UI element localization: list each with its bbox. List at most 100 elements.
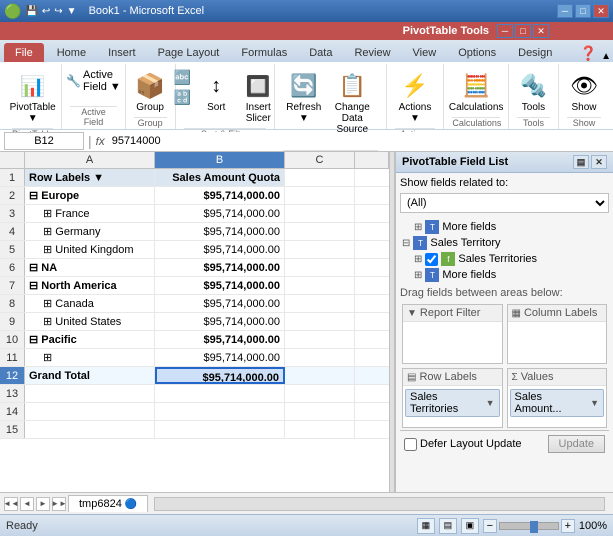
cell-b5[interactable]: $95,714,000.00 bbox=[155, 241, 285, 258]
cell-b3[interactable]: $95,714,000.00 bbox=[155, 205, 285, 222]
pt-minimize[interactable]: ─ bbox=[497, 24, 513, 38]
cell-b7[interactable]: $95,714,000.00 bbox=[155, 277, 285, 294]
page-break-view-btn[interactable]: ▣ bbox=[461, 518, 479, 534]
pt-close[interactable]: ✕ bbox=[533, 24, 549, 38]
cell-b11[interactable]: $95,714,000.00 bbox=[155, 349, 285, 366]
tab-pagelayout[interactable]: Page Layout bbox=[147, 43, 231, 62]
pt-restore[interactable]: □ bbox=[515, 24, 531, 38]
value-field-dropdown[interactable]: ▼ bbox=[590, 398, 599, 408]
quick-undo[interactable]: ↩ bbox=[42, 6, 50, 17]
cell-a3[interactable]: ⊞ France bbox=[25, 205, 155, 222]
quick-save[interactable]: 💾 bbox=[25, 6, 37, 17]
zoom-thumb[interactable] bbox=[530, 521, 538, 533]
tree-item-more1[interactable]: ⊞ T More fields bbox=[400, 219, 609, 235]
show-fields-dropdown[interactable]: (All) bbox=[400, 193, 609, 213]
pivot-area-rows[interactable]: ▤ Row Labels Sales Territories ▼ bbox=[402, 368, 503, 428]
pivot-area-columns-header: ▦ Column Labels bbox=[508, 305, 607, 322]
row-field-chip[interactable]: Sales Territories ▼ bbox=[405, 389, 500, 417]
page-layout-view-btn[interactable]: ▤ bbox=[439, 518, 457, 534]
table-row: 3 ⊞ France $95,714,000.00 bbox=[0, 205, 389, 223]
normal-view-btn[interactable]: ▦ bbox=[417, 518, 435, 534]
cell-a1[interactable]: Row Labels ▼ bbox=[25, 169, 155, 186]
tab-data[interactable]: Data bbox=[298, 43, 343, 62]
tree-item-label-st: Sales Territory bbox=[430, 237, 500, 249]
cell-a2[interactable]: ⊟ Europe bbox=[25, 187, 155, 204]
cell-a6[interactable]: ⊟ NA bbox=[25, 259, 155, 276]
col-header-a[interactable]: A bbox=[25, 152, 155, 168]
cell-b6[interactable]: $95,714,000.00 bbox=[155, 259, 285, 276]
cell-b8[interactable]: $95,714,000.00 bbox=[155, 295, 285, 312]
horizontal-scrollbar[interactable] bbox=[154, 497, 605, 511]
sort-za-btn[interactable]: 🔡 bbox=[171, 88, 194, 107]
value-field-chip[interactable]: Sales Amount... ▼ bbox=[510, 389, 605, 417]
col-header-b[interactable]: B bbox=[155, 152, 285, 168]
tree-item-sales-territory[interactable]: ⊟ T Sales Territory bbox=[400, 235, 609, 251]
pivot-area-values[interactable]: Σ Values Sales Amount... ▼ bbox=[507, 368, 608, 428]
name-box[interactable] bbox=[4, 132, 84, 150]
cell-b12[interactable]: $95,714,000.00 bbox=[155, 367, 285, 384]
tab-view[interactable]: View bbox=[402, 43, 448, 62]
cell-a4[interactable]: ⊞ Germany bbox=[25, 223, 155, 240]
tree-item-more2[interactable]: ⊞ T More fields bbox=[400, 267, 609, 283]
cell-b2[interactable]: $95,714,000.00 bbox=[155, 187, 285, 204]
zoom-in-btn[interactable]: + bbox=[561, 519, 575, 533]
zoom-out-btn[interactable]: − bbox=[483, 519, 497, 533]
cell-b10[interactable]: $95,714,000.00 bbox=[155, 331, 285, 348]
tree-item-sales-territories[interactable]: ⊞ f Sales Territories bbox=[400, 251, 609, 267]
tab-design[interactable]: Design bbox=[507, 43, 563, 62]
sheet-nav-next[interactable]: ► bbox=[36, 497, 50, 511]
tab-home[interactable]: Home bbox=[46, 43, 97, 62]
tab-insert[interactable]: Insert bbox=[97, 43, 147, 62]
cell-a9[interactable]: ⊞ United States bbox=[25, 313, 155, 330]
cell-b1[interactable]: Sales Amount Quota bbox=[155, 169, 285, 186]
tools-btn[interactable]: 🔩 Tools bbox=[513, 68, 553, 115]
minimize-btn[interactable]: ─ bbox=[557, 4, 573, 18]
cell-b4[interactable]: $95,714,000.00 bbox=[155, 223, 285, 240]
col-header-c[interactable]: C bbox=[285, 152, 355, 168]
sheet-nav-first[interactable]: ◄◄ bbox=[4, 497, 18, 511]
refresh-btn[interactable]: 🔄 Refresh ▼ bbox=[283, 68, 325, 126]
sheet-nav-prev[interactable]: ◄ bbox=[20, 497, 34, 511]
sort-az-btn[interactable]: 🔤 bbox=[171, 68, 194, 87]
quick-redo[interactable]: ↪ bbox=[54, 6, 62, 17]
cell-a12[interactable]: Grand Total bbox=[25, 367, 155, 384]
calculations-btn[interactable]: 🧮 Calculations bbox=[445, 68, 507, 115]
restore-btn[interactable]: □ bbox=[575, 4, 591, 18]
sheet-nav-last[interactable]: ►► bbox=[52, 497, 66, 511]
update-btn[interactable]: Update bbox=[548, 435, 605, 453]
ribbon-help[interactable]: ❓ bbox=[580, 45, 597, 62]
field-list-layout-btn[interactable]: ▤ bbox=[573, 155, 589, 169]
cell-a5[interactable]: ⊞ United Kingdom bbox=[25, 241, 155, 258]
field-checkbox-territories[interactable] bbox=[425, 253, 438, 266]
tab-review[interactable]: Review bbox=[343, 43, 401, 62]
ribbon-minimize[interactable]: ▲ bbox=[601, 51, 611, 62]
actions-btn[interactable]: ⚡ Actions ▼ bbox=[395, 68, 436, 126]
active-field-btn[interactable]: 🔧 ActiveField ▼ bbox=[63, 68, 124, 94]
cell-a10[interactable]: ⊟ Pacific bbox=[25, 331, 155, 348]
cell-c1 bbox=[285, 169, 355, 186]
pivot-area-filter[interactable]: ▼ Report Filter bbox=[402, 304, 503, 364]
cell-a11[interactable]: ⊞ bbox=[25, 349, 155, 366]
cell-a7[interactable]: ⊟ North America bbox=[25, 277, 155, 294]
group-btn[interactable]: 📦 Group bbox=[130, 68, 170, 115]
sort-btn[interactable]: ↕ Sort bbox=[196, 68, 236, 115]
insert-slicer-btn[interactable]: 🔲 InsertSlicer bbox=[238, 68, 278, 126]
close-btn[interactable]: ✕ bbox=[593, 4, 609, 18]
defer-checkbox[interactable] bbox=[404, 438, 417, 451]
quick-more[interactable]: ▼ bbox=[67, 6, 77, 17]
tab-formulas[interactable]: Formulas bbox=[230, 43, 298, 62]
cell-a8[interactable]: ⊞ Canada bbox=[25, 295, 155, 312]
formula-input[interactable] bbox=[109, 132, 609, 150]
pivottable-btn[interactable]: 📊 PivotTable▼ bbox=[6, 68, 60, 126]
defer-checkbox-label[interactable]: Defer Layout Update bbox=[404, 438, 522, 451]
pivot-area-columns[interactable]: ▦ Column Labels bbox=[507, 304, 608, 364]
tab-file[interactable]: File bbox=[4, 43, 44, 62]
field-list-close-btn[interactable]: ✕ bbox=[591, 155, 607, 169]
zoom-slider[interactable] bbox=[499, 522, 559, 530]
cell-b9[interactable]: $95,714,000.00 bbox=[155, 313, 285, 330]
tab-options[interactable]: Options bbox=[447, 43, 507, 62]
show-btn[interactable]: 👁 Show bbox=[564, 68, 604, 115]
sheet-tab-active[interactable]: tmp6824 🔵 bbox=[68, 495, 148, 512]
table-row: 2 ⊟ Europe $95,714,000.00 bbox=[0, 187, 389, 205]
row-field-dropdown[interactable]: ▼ bbox=[486, 398, 495, 408]
